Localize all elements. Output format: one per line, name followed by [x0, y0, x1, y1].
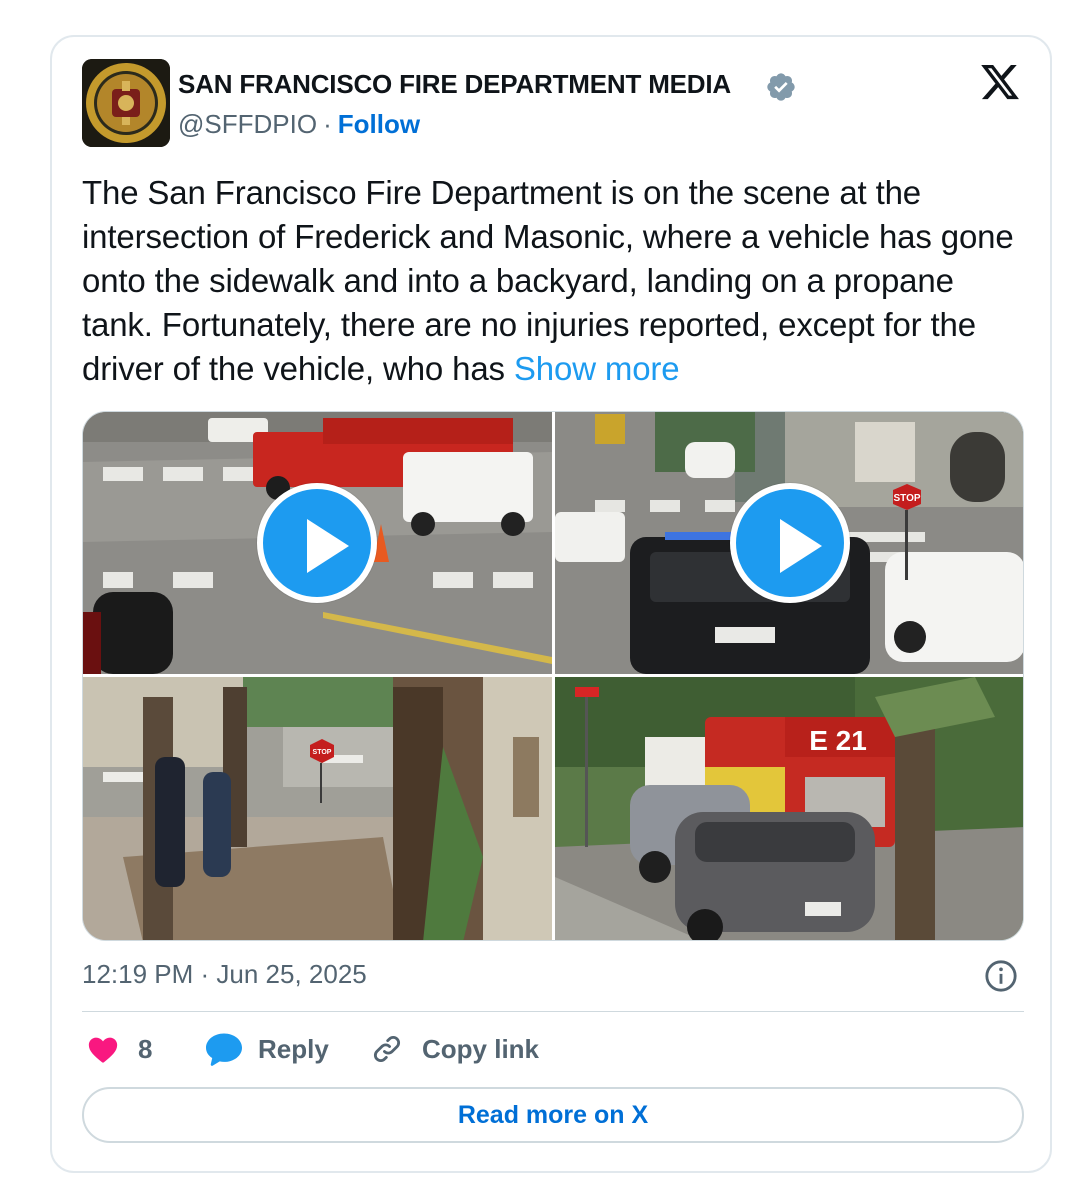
link-icon: [373, 1035, 401, 1063]
author-avatar[interactable]: [82, 59, 170, 147]
reply-bubble-icon: [206, 1033, 242, 1066]
stop-sign-label: STOP: [893, 493, 920, 504]
verified-badge-icon: [767, 73, 795, 101]
play-button-icon[interactable]: [257, 483, 377, 603]
reply-label: Reply: [258, 1033, 329, 1064]
follow-button[interactable]: Follow: [338, 109, 420, 139]
play-button-icon[interactable]: [730, 483, 850, 603]
fire-engine-scene-image: E 21: [555, 677, 1023, 940]
copy-link-button[interactable]: Copy link: [370, 1027, 539, 1071]
like-button[interactable]: 8: [86, 1027, 152, 1071]
info-icon[interactable]: [984, 959, 1018, 993]
tweet-actions: 8 Reply Copy link: [82, 1027, 1024, 1071]
media-video-2[interactable]: STOP: [555, 412, 1023, 674]
x-logo-icon[interactable]: [979, 61, 1021, 103]
tweet-timestamp[interactable]: 12:19 PM · Jun 25, 2025: [82, 959, 367, 990]
show-more-link[interactable]: Show more: [514, 350, 680, 387]
sidewalk-scene-image: STOP: [83, 677, 552, 940]
author-name[interactable]: SAN FRANCISCO FIRE DEPARTMENT MEDIA: [178, 69, 731, 100]
media-photo-4[interactable]: E 21: [555, 677, 1023, 940]
author-handle[interactable]: @SFFDPIO: [178, 109, 317, 139]
stop-sign-label: STOP: [313, 749, 332, 756]
engine-number-label: E 21: [809, 725, 867, 756]
heart-icon: [88, 1037, 118, 1063]
tweet-text: The San Francisco Fire Department is on …: [82, 171, 1027, 391]
tweet-card: SAN FRANCISCO FIRE DEPARTMENT MEDIA @SFF…: [50, 35, 1052, 1173]
like-count: 8: [138, 1033, 153, 1064]
footer-divider: [82, 1011, 1024, 1012]
media-grid: STOP STOP E 21: [82, 411, 1024, 941]
media-video-1[interactable]: [83, 412, 552, 674]
media-photo-3[interactable]: STOP: [83, 677, 552, 940]
read-more-button[interactable]: Read more on X: [82, 1087, 1024, 1143]
reply-button[interactable]: Reply: [204, 1027, 329, 1071]
sffd-seal-logo: [82, 59, 170, 147]
author-handle-row: @SFFDPIO · Follow: [178, 109, 420, 140]
read-more-label: Read more on X: [457, 1100, 649, 1129]
separator-dot: ·: [323, 109, 332, 139]
copy-link-label: Copy link: [422, 1033, 540, 1064]
